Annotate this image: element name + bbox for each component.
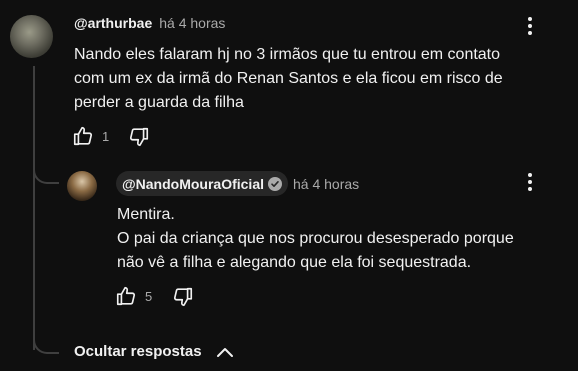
comment-time[interactable]: há 4 horas <box>159 15 225 31</box>
reply-dislike-icon[interactable] <box>172 286 194 308</box>
reply-more-vert-icon[interactable] <box>520 170 540 194</box>
reply-author: @NandoMouraOficial <box>122 175 264 192</box>
avatar-arthurbae[interactable] <box>10 15 53 58</box>
hide-replies-label: Ocultar respostas <box>74 343 202 360</box>
comment-header: @arthurbae há 4 horas <box>74 15 225 31</box>
like-count: 1 <box>102 129 110 144</box>
more-vert-icon[interactable] <box>520 14 540 38</box>
reply-line: O pai da criança que nos procurou desesp… <box>117 230 514 247</box>
thread-line <box>33 66 35 350</box>
avatar-nandomoura[interactable] <box>67 171 97 201</box>
comment-line: perder a guarda da filha <box>74 94 244 111</box>
verified-check-icon <box>268 176 282 191</box>
comment-text: Nando eles falaram hj no 3 irmãos que tu… <box>74 43 554 115</box>
reply-like-icon[interactable] <box>115 285 137 307</box>
reply-line: Mentira. <box>117 206 175 223</box>
like-icon[interactable] <box>72 125 94 147</box>
owner-author-chip[interactable]: @NandoMouraOficial <box>116 171 288 196</box>
comment-line: com um ex da irmã do Renan Santos e ela … <box>74 70 503 87</box>
thread-connector-bottom <box>33 330 59 354</box>
comment-line: Nando eles falaram hj no 3 irmãos que tu… <box>74 46 501 63</box>
reply-like-count: 5 <box>145 289 153 304</box>
chevron-up-icon <box>216 346 234 358</box>
thread-connector <box>33 158 59 184</box>
reply-time[interactable]: há 4 horas <box>293 176 359 192</box>
comment-author[interactable]: @arthurbae <box>74 15 152 31</box>
reply-text: Mentira. O pai da criança que nos procur… <box>117 203 557 275</box>
hide-replies-button[interactable]: Ocultar respostas <box>74 343 234 360</box>
reply-line: não vê a filha e alegando que ela foi se… <box>117 254 472 271</box>
dislike-icon[interactable] <box>128 126 150 148</box>
